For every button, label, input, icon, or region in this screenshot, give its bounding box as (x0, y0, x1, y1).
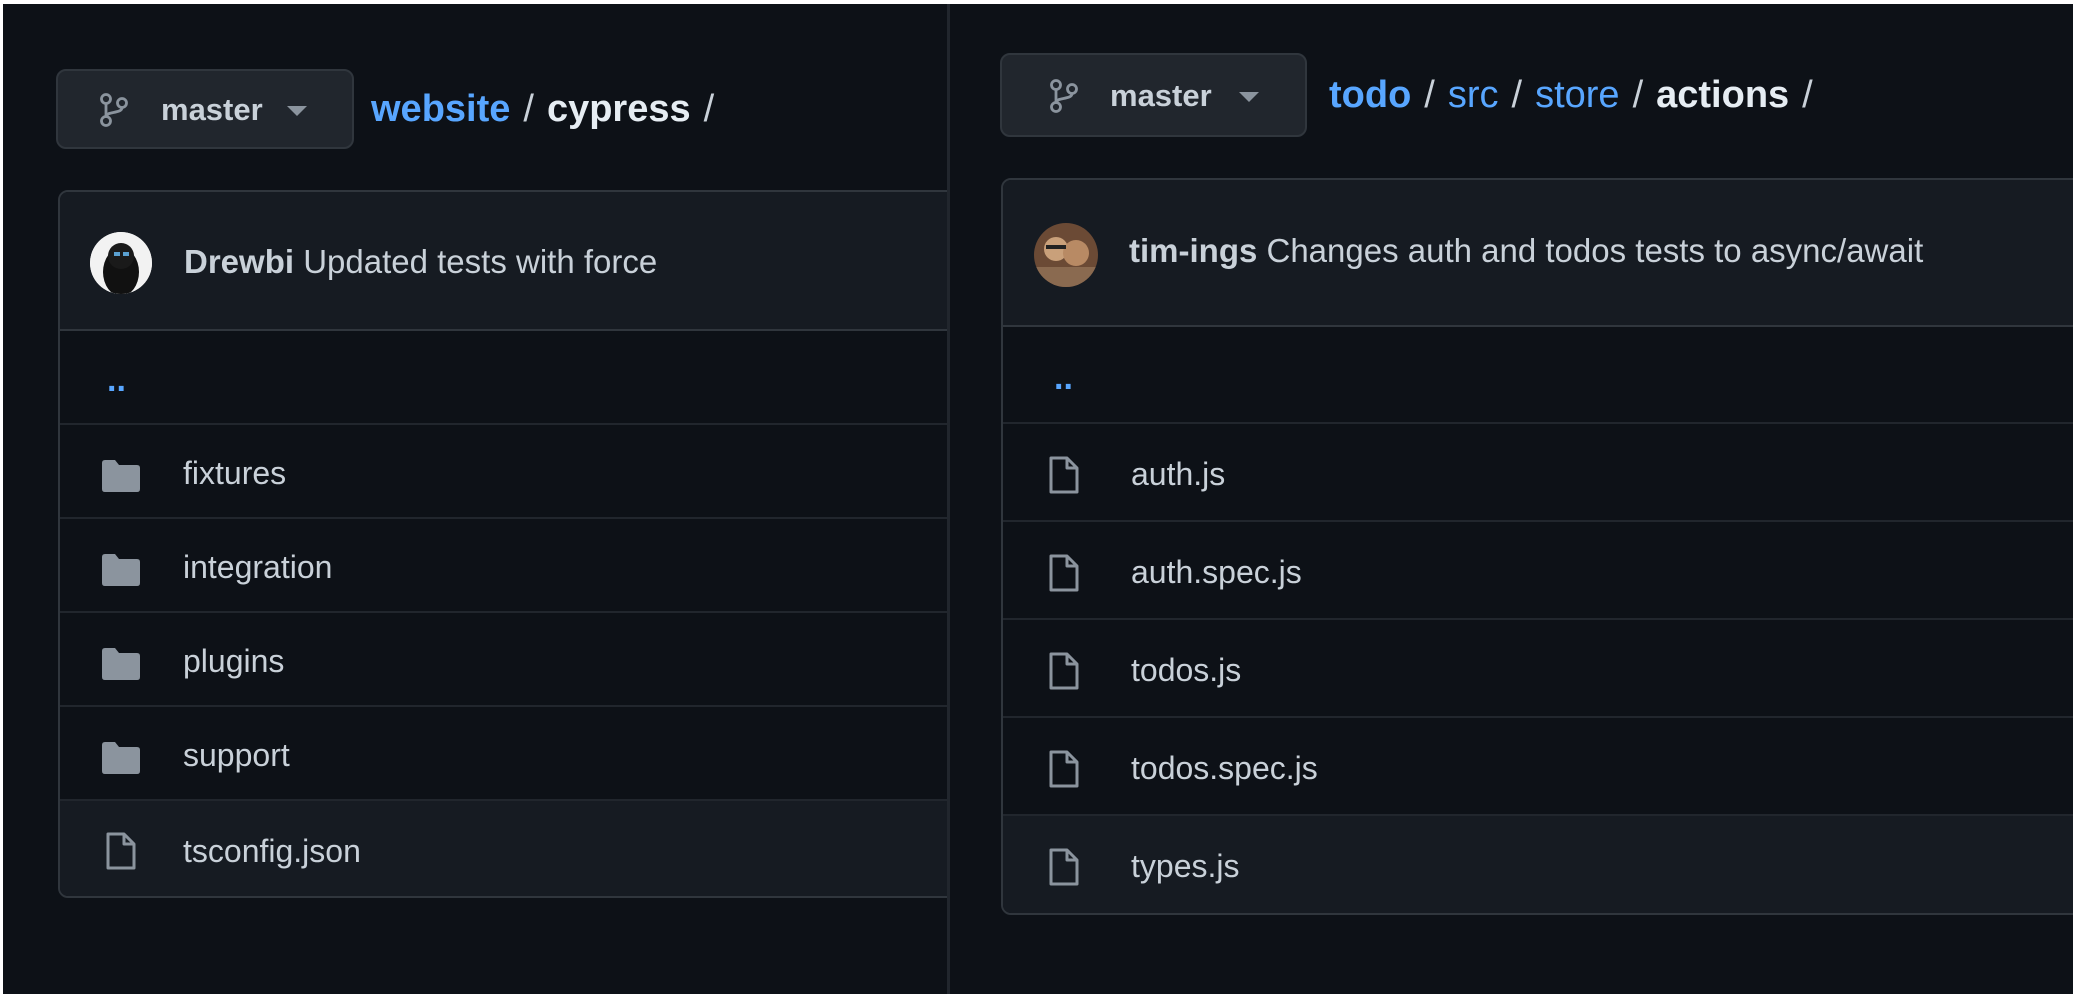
entry-name-link[interactable]: types.js (1131, 848, 1239, 885)
breadcrumb-repo-link[interactable]: website (371, 88, 510, 131)
folder-icon (102, 460, 140, 492)
list-item[interactable]: support (60, 707, 947, 801)
list-item[interactable]: auth.spec.js (1003, 522, 2073, 620)
commit-message-link[interactable]: Updated tests with force (303, 243, 657, 280)
branch-select-button[interactable]: master (56, 69, 354, 149)
file-list-box: Drewbi Updated tests with force .. fixtu… (58, 190, 947, 898)
branch-label: master (1110, 78, 1212, 113)
parent-directory-link[interactable]: .. (107, 361, 126, 400)
breadcrumb-current-folder: cypress (546, 88, 691, 130)
commit-author-link[interactable]: Drewbi (184, 243, 294, 280)
list-item[interactable]: integration (60, 519, 947, 613)
latest-commit-row: Drewbi Updated tests with force (60, 192, 947, 331)
folder-icon (102, 554, 140, 586)
git-branch-icon (100, 93, 128, 127)
parent-directory-row[interactable]: .. (1003, 327, 2073, 424)
file-icon (1049, 848, 1079, 886)
breadcrumb: todo / src / store / actions / (1329, 74, 1826, 117)
list-item[interactable]: tsconfig.json (60, 801, 947, 896)
parent-directory-row[interactable]: .. (60, 331, 947, 425)
breadcrumb-separator: / (703, 88, 715, 130)
file-icon (1049, 750, 1079, 788)
entry-name-link[interactable]: auth.spec.js (1131, 554, 1302, 591)
breadcrumb-repo-link[interactable]: todo (1329, 74, 1411, 117)
entry-name-link[interactable]: auth.js (1131, 456, 1225, 493)
breadcrumb-folder-link[interactable]: src (1448, 74, 1499, 117)
right-repo-panel: master todo / src / store / actions / ti… (950, 4, 2073, 994)
entry-name-link[interactable]: todos.js (1131, 652, 1241, 689)
folder-icon (102, 742, 140, 774)
list-item[interactable]: types.js (1003, 816, 2073, 913)
list-item[interactable]: auth.js (1003, 424, 2073, 522)
commit-author-link[interactable]: tim-ings (1129, 232, 1257, 269)
branch-label: master (161, 92, 263, 127)
left-repo-panel: master website / cypress / Drewbi Update… (3, 4, 947, 994)
breadcrumb-separator: / (1424, 74, 1435, 116)
commit-message-link[interactable]: Changes auth and todos tests to async/aw… (1267, 232, 1924, 269)
entry-name-link[interactable]: support (183, 737, 290, 774)
breadcrumb-separator: / (523, 88, 534, 130)
file-icon (106, 832, 136, 870)
breadcrumb-separator: / (1632, 74, 1644, 116)
file-icon (1049, 652, 1079, 690)
branch-select-button[interactable]: master (1000, 53, 1307, 137)
entry-name-link[interactable]: tsconfig.json (183, 833, 361, 870)
folder-icon (102, 648, 140, 680)
list-item[interactable]: todos.spec.js (1003, 718, 2073, 816)
commit-summary: tim-ings Changes auth and todos tests to… (1129, 232, 1923, 270)
file-icon (1049, 554, 1079, 592)
breadcrumb-separator: / (1511, 74, 1523, 116)
git-branch-icon (1050, 79, 1078, 113)
latest-commit-row: tim-ings Changes auth and todos tests to… (1003, 180, 2073, 327)
entry-name-link[interactable]: integration (183, 549, 332, 586)
entry-name-link[interactable]: todos.spec.js (1131, 750, 1318, 787)
file-icon (1049, 456, 1079, 494)
avatar[interactable] (1034, 223, 1098, 287)
chevron-down-icon (1239, 92, 1259, 102)
entry-name-link[interactable]: plugins (183, 643, 284, 680)
list-item[interactable]: plugins (60, 613, 947, 707)
list-item[interactable]: fixtures (60, 425, 947, 519)
avatar[interactable] (90, 232, 152, 294)
commit-summary: Drewbi Updated tests with force (184, 243, 657, 281)
breadcrumb: website / cypress / (371, 88, 727, 131)
breadcrumb-current-folder: actions (1656, 74, 1790, 116)
file-list-box: tim-ings Changes auth and todos tests to… (1001, 178, 2073, 915)
entry-name-link[interactable]: fixtures (183, 455, 286, 492)
list-item[interactable]: todos.js (1003, 620, 2073, 718)
screenshot-frame: master website / cypress / Drewbi Update… (3, 4, 2073, 994)
chevron-down-icon (287, 106, 307, 116)
parent-directory-link[interactable]: .. (1054, 359, 1073, 398)
breadcrumb-separator: / (1802, 74, 1813, 116)
breadcrumb-folder-link[interactable]: store (1535, 74, 1619, 117)
